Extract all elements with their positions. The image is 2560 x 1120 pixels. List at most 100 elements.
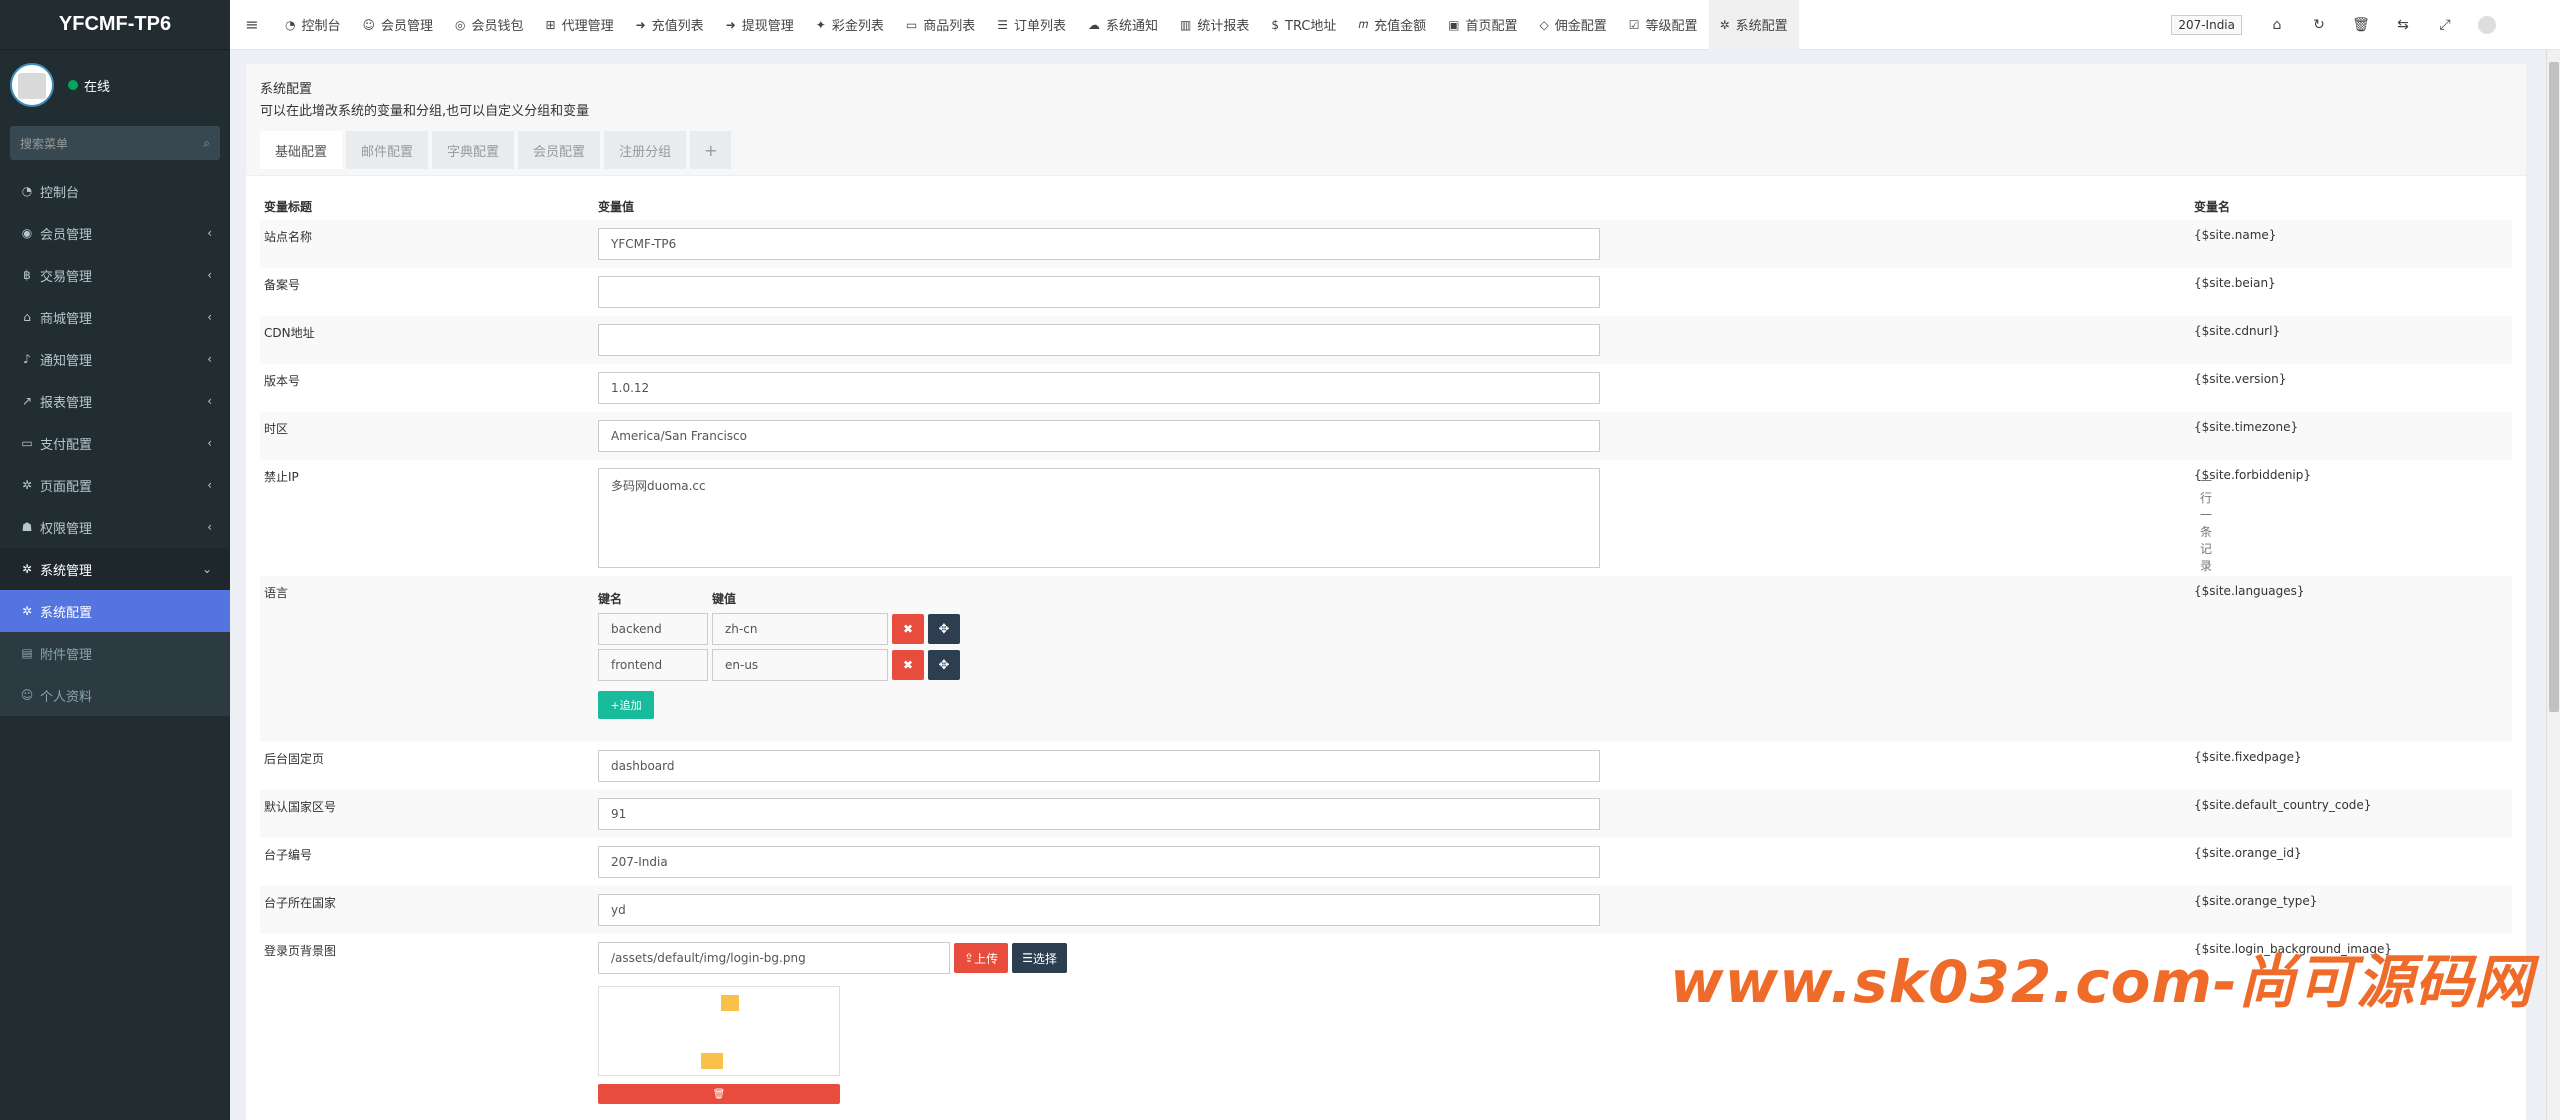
file-icon: ▤ (21, 646, 33, 660)
sidebar-item-mall[interactable]: ⌂ 商城管理 ‹ (0, 296, 230, 338)
trash-icon[interactable]: 🗑 (2340, 17, 2382, 33)
sidebar-item-members[interactable]: ◉ 会员管理 ‹ (0, 212, 230, 254)
tab-basic-config[interactable]: 基础配置 (260, 131, 343, 169)
tab-levels[interactable]: ☑ 等级配置 (1618, 0, 1709, 50)
bg-image-thumbnail[interactable] (598, 986, 840, 1076)
sidebar-item-page[interactable]: ✲ 页面配置 ‹ (0, 464, 230, 506)
tab-register-group[interactable]: 注册分组 (604, 131, 687, 169)
refresh-icon[interactable]: ↻ (2298, 17, 2340, 33)
tab-commission[interactable]: ◇ 佣金配置 (1529, 0, 1618, 50)
lang-badge[interactable]: 207-India (2171, 15, 2242, 35)
fullscreen-icon[interactable]: ⤢ (2424, 17, 2466, 33)
home-icon: ⌂ (23, 310, 31, 324)
translate-icon[interactable]: ⇆ (2382, 17, 2424, 33)
forbidden-ip-textarea[interactable]: 多码网duoma.cc (598, 468, 1600, 568)
bg-image-input[interactable]: /assets/default/img/login-bg.png (598, 942, 950, 974)
avatar[interactable] (10, 63, 54, 107)
drag-handle-icon[interactable]: ✥ (928, 614, 960, 644)
kv-header: 键名 键值 (598, 590, 2194, 607)
tab-agents[interactable]: ⊞ 代理管理 (535, 0, 625, 50)
user-circle-icon: ◉ (21, 226, 33, 240)
row-var: {$site.cdnurl} (2194, 324, 2281, 338)
tab-bonus[interactable]: ✦ 彩金列表 (805, 0, 895, 50)
sidebar-subitem-profile[interactable]: ☺ 个人资料 (0, 674, 230, 716)
kv-row: backend zh-cn ✖ ✥ (598, 613, 2194, 645)
user-avatar[interactable] (2478, 16, 2496, 34)
chevron-left-icon: ‹ (207, 268, 212, 282)
tab-member-config[interactable]: 会员配置 (518, 131, 601, 169)
home-icon[interactable]: ⌂ (2256, 17, 2298, 33)
tab-system-config[interactable]: ✲ 系统配置 (1708, 0, 1799, 50)
sidebar-subitem-attachment[interactable]: ▤ 附件管理 (0, 632, 230, 674)
tab-members[interactable]: ☺ 会员管理 (352, 0, 445, 50)
tab-dashboard[interactable]: ◔ 控制台 (274, 0, 352, 50)
lang-val-input[interactable]: en-us (712, 649, 888, 681)
lang-key-input[interactable]: backend (598, 613, 708, 645)
sidebar-item-payment[interactable]: ▭ 支付配置 ‹ (0, 422, 230, 464)
tab-goods[interactable]: ▭ 商品列表 (895, 0, 986, 50)
cdn-url-input[interactable] (598, 324, 1600, 356)
delete-image-button[interactable]: 🗑 (598, 1084, 840, 1104)
tab-stats[interactable]: ▥ 统计报表 (1169, 0, 1260, 50)
row-var: {$site.fixedpage} (2194, 750, 2302, 764)
gear-icon: ✲ (21, 478, 33, 492)
page-scrollbar[interactable] (2546, 50, 2560, 1120)
country-code-input[interactable]: 91 (598, 798, 1600, 830)
upload-button[interactable]: ⇪ 上传 (954, 943, 1009, 973)
drag-handle-icon[interactable]: ✥ (928, 650, 960, 680)
select-button[interactable]: ☰ 选择 (1012, 943, 1067, 973)
tab-label: 代理管理 (561, 19, 614, 34)
append-button[interactable]: + 追加 (598, 691, 654, 719)
chevron-left-icon: ‹ (207, 226, 212, 240)
version-input[interactable]: 1.0.12 (598, 372, 1600, 404)
tab-orders[interactable]: ☰ 订单列表 (986, 0, 1077, 50)
online-status-icon (68, 80, 78, 90)
tab-withdraw[interactable]: ➜ 提现管理 (715, 0, 805, 50)
dashboard-icon: ◔ (285, 17, 296, 32)
dollar-icon: $ (1271, 17, 1279, 32)
tab-mail-config[interactable]: 邮件配置 (346, 131, 429, 169)
add-tab-button[interactable]: + (690, 131, 732, 169)
tab-home-config[interactable]: ▣ 首页配置 (1437, 0, 1528, 50)
trash-icon: 🗑 (712, 1088, 726, 1100)
remove-button[interactable]: ✖ (892, 650, 924, 680)
sidebar-item-auth[interactable]: ☗ 权限管理 ‹ (0, 506, 230, 548)
sidebar-item-label: 系统管理 (40, 563, 93, 579)
menu-search-input[interactable]: 搜索菜单 ⌕ (10, 126, 220, 160)
lang-key-input[interactable]: frontend (598, 649, 708, 681)
tab-label: 会员管理 (381, 19, 434, 34)
row-var: {$site.default_country_code} (2194, 798, 2372, 812)
fixed-page-input[interactable]: dashboard (598, 750, 1600, 782)
sidebar-subitem-config[interactable]: ✲ 系统配置 (0, 590, 230, 632)
sidebar: YFCMF-TP6 在线 搜索菜单 ⌕ ◔ 控制台 ◉ 会员管理 ‹ ฿ 交易管理 ‹ ⌂… (0, 0, 230, 1120)
sidebar-item-trade[interactable]: ฿ 交易管理 ‹ (0, 254, 230, 296)
table-row: CDN地址 {$site.cdnurl} (260, 316, 2512, 364)
site-name-input[interactable]: YFCMF-TP6 (598, 228, 1600, 260)
app-logo[interactable]: YFCMF-TP6 (0, 0, 230, 50)
tab-dict-config[interactable]: 字典配置 (432, 131, 515, 169)
tab-notices[interactable]: ☁ 系统通知 (1077, 0, 1169, 50)
lang-val-input[interactable]: zh-cn (712, 613, 888, 645)
comments-icon: ☁ (1087, 17, 1100, 32)
timezone-input[interactable]: America/San Francisco (598, 420, 1600, 452)
tab-amount[interactable]: 𝑚 充值金额 (1347, 0, 1437, 50)
tab-trc[interactable]: $ TRC地址 (1260, 0, 1347, 50)
sidebar-item-system[interactable]: ✲ 系统管理 ⌄ (0, 548, 230, 590)
chevron-left-icon: ‹ (207, 478, 212, 492)
chevron-left-icon: ‹ (207, 520, 212, 534)
sidebar-item-notify[interactable]: ♪ 通知管理 ‹ (0, 338, 230, 380)
beian-input[interactable] (598, 276, 1600, 308)
remove-button[interactable]: ✖ (892, 614, 924, 644)
tab-wallet[interactable]: ◎ 会员钱包 (444, 0, 535, 50)
scrollbar-thumb[interactable] (2549, 62, 2559, 712)
row-var: {$site.orange_id} (2194, 846, 2302, 860)
header-var: 变量名 (2194, 199, 2231, 214)
sidebar-item-reports[interactable]: ↗ 报表管理 ‹ (0, 380, 230, 422)
search-icon[interactable]: ⌕ (203, 136, 210, 151)
orange-id-input[interactable]: 207-India (598, 846, 1600, 878)
orange-type-input[interactable]: yd (598, 894, 1600, 926)
tab-recharge[interactable]: ➜ 充值列表 (625, 0, 715, 50)
menu-toggle-icon[interactable]: ≡ (230, 15, 274, 34)
bar-chart-icon: ▥ (1180, 17, 1192, 32)
sidebar-item-dashboard[interactable]: ◔ 控制台 (0, 170, 230, 212)
